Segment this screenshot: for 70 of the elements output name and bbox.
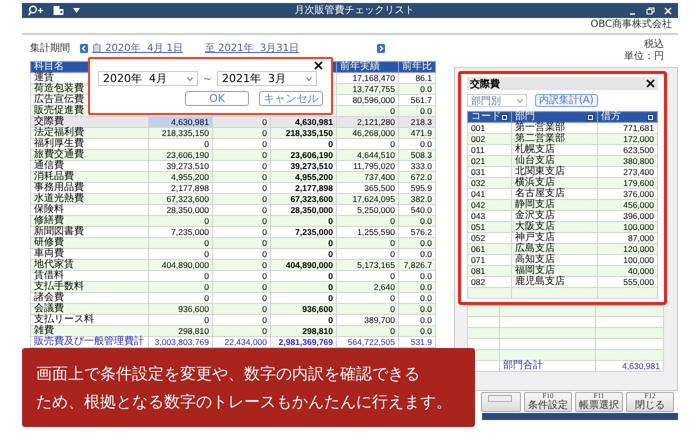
table-cell: 地代家賃 xyxy=(30,260,148,270)
company-name: OBC商事株式会社 xyxy=(590,19,672,30)
close-icon[interactable] xyxy=(314,61,323,70)
table-cell: 旅費交通費 xyxy=(30,150,148,160)
table-cell: 静岡支店 xyxy=(512,200,598,210)
table-cell: 4,630,981 xyxy=(270,116,336,128)
table-cell: 0 xyxy=(270,238,336,248)
table-cell: 会議費 xyxy=(30,304,148,314)
table-cell: 大阪支店 xyxy=(512,222,598,232)
table-cell: 部門合計 xyxy=(500,360,596,372)
table-cell: 消耗品費 xyxy=(30,172,148,182)
table-cell: 67,323,600 xyxy=(270,194,336,204)
grouping-dropdown[interactable]: 部門別 xyxy=(467,94,527,107)
table-cell: 研修費 xyxy=(30,238,148,248)
cancel-button[interactable]: キャンセル xyxy=(259,91,323,106)
caret-icon xyxy=(306,76,312,80)
table-cell: 福岡支店 xyxy=(512,266,598,276)
breakdown-button[interactable]: 内訳集計(A) xyxy=(535,94,598,107)
window-title: 月次販管費チェックリスト xyxy=(294,4,416,18)
table-cell: 仙台支店 xyxy=(512,156,598,166)
panel-title: 交際費 xyxy=(470,77,500,90)
unit-label: 単位：円 xyxy=(624,51,664,63)
range-separator: ～ xyxy=(202,71,213,86)
month-dropdown[interactable]: 2020年 4月 xyxy=(98,71,198,86)
caption-text: 画面上で条件設定を変更や、数字の内訳を確認できる ため、根拠となる数字のトレースもかんたんに行えます。 xyxy=(36,362,452,412)
tax-mode-label: 税込 xyxy=(644,39,664,51)
table-cell: 051 xyxy=(468,222,512,232)
caret-icon xyxy=(187,76,193,80)
table-cell: 032 xyxy=(468,178,512,188)
period-end-link[interactable]: 至 2021年 3月31日 xyxy=(204,41,299,55)
next-period-icon[interactable] xyxy=(376,44,385,52)
table-cell: 交際費 xyxy=(30,116,148,128)
filter-icon[interactable] xyxy=(501,114,508,120)
close-icon[interactable] xyxy=(646,79,655,88)
table-cell: 4,955,200 xyxy=(270,172,336,182)
column-header: 前年実績 xyxy=(336,62,398,72)
table-cell: 081 xyxy=(468,266,512,276)
table-cell: 23,606,190 xyxy=(270,150,336,160)
table-cell: 雑費 xyxy=(30,326,148,336)
dropdown-icon[interactable] xyxy=(73,8,80,13)
table-cell: 042 xyxy=(468,200,512,210)
filter-icon[interactable] xyxy=(647,114,654,120)
table-cell: 4,630,981 xyxy=(596,360,664,372)
table-cell: 法定福利費 xyxy=(30,128,148,138)
restore-icon[interactable] xyxy=(646,6,655,14)
table-cell: 修繕費 xyxy=(30,216,148,226)
table-cell: 横浜支店 xyxy=(512,178,598,188)
field-label: 集計期間 xyxy=(30,42,71,55)
table-cell: 水道光熱費 xyxy=(30,194,148,204)
zoom-in-icon[interactable] xyxy=(28,5,44,16)
table-cell: 002 xyxy=(468,134,512,144)
column-header: 前年比 xyxy=(398,62,436,72)
table-cell: 936,600 xyxy=(270,304,336,314)
table-cell: 298,810 xyxy=(270,326,336,336)
period-start-link[interactable]: 自 2020年 4月 1日 xyxy=(92,41,183,55)
document-settings-icon[interactable] xyxy=(53,5,64,16)
table-cell: 支払手数料 xyxy=(30,282,148,292)
month-dropdown[interactable]: 2021年 3月 xyxy=(217,71,317,86)
ok-button[interactable]: OK xyxy=(185,91,249,106)
filter-icon[interactable] xyxy=(586,114,594,120)
table-cell: 0 xyxy=(270,216,336,226)
table-cell: 広島支店 xyxy=(512,244,598,254)
table-cell: 0 xyxy=(270,282,336,292)
previous-period-icon[interactable] xyxy=(80,44,88,52)
table-cell: 061 xyxy=(468,244,512,254)
caret-icon xyxy=(517,98,523,102)
table-cell: 第二営業部 xyxy=(512,134,598,144)
table-cell: 404,890,000 xyxy=(270,260,336,270)
table-cell: 218,335,150 xyxy=(270,128,336,138)
table-cell: 021 xyxy=(468,156,512,166)
